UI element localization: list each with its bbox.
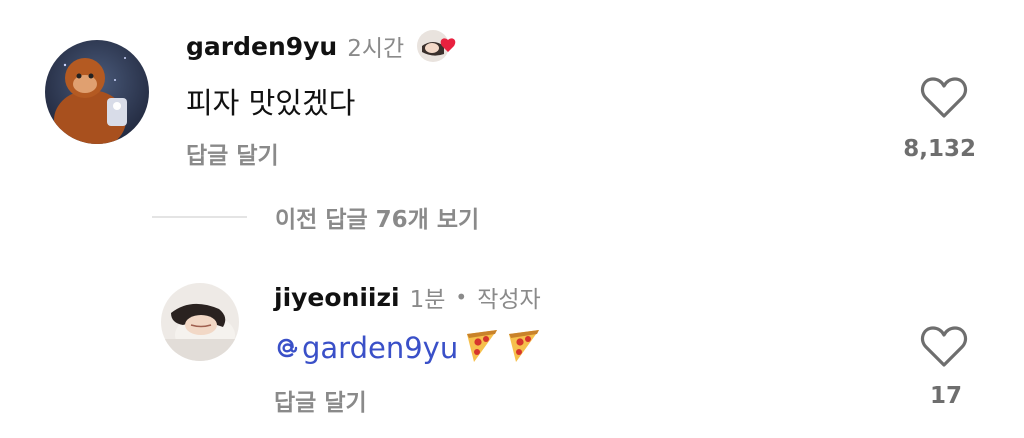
comment-text: garden9yu xyxy=(274,328,542,371)
heart-icon xyxy=(920,77,968,118)
like-button[interactable] xyxy=(920,325,968,371)
view-previous-replies-row: 이전 답글 76개 보기 xyxy=(152,200,479,234)
author-avatar-heart-icon xyxy=(416,28,460,64)
username[interactable]: garden9yu xyxy=(186,32,337,61)
timestamp: 1분 xyxy=(409,287,446,313)
comment-text: 피자 맛있겠다 xyxy=(186,86,356,120)
separator: • xyxy=(455,285,468,309)
reply-button[interactable]: 답글 달기 xyxy=(274,383,367,417)
view-previous-replies-button[interactable]: 이전 답글 76개 보기 xyxy=(275,200,479,234)
mention-username: garden9yu xyxy=(302,331,459,365)
avatar[interactable] xyxy=(45,40,149,144)
avatar[interactable] xyxy=(161,283,239,361)
like-button[interactable] xyxy=(920,76,968,122)
comment-meta: garden9yu 2시간 xyxy=(186,28,460,64)
reply-button[interactable]: 답글 달기 xyxy=(186,136,279,170)
mention-link[interactable]: garden9yu xyxy=(274,331,458,365)
username[interactable]: jiyeoniizi xyxy=(274,283,400,312)
pizza-icon xyxy=(464,328,500,371)
like-count: 17 xyxy=(930,383,963,409)
pizza-icon xyxy=(506,328,542,371)
divider xyxy=(152,216,247,218)
like-count: 8,132 xyxy=(903,136,976,162)
heart-icon xyxy=(920,326,968,367)
comment-meta: jiyeoniizi 1분 • 작성자 xyxy=(274,280,541,314)
timestamp: 2시간 xyxy=(347,36,405,62)
author-badge: 작성자 xyxy=(477,287,541,313)
threads-at-icon xyxy=(277,338,298,358)
